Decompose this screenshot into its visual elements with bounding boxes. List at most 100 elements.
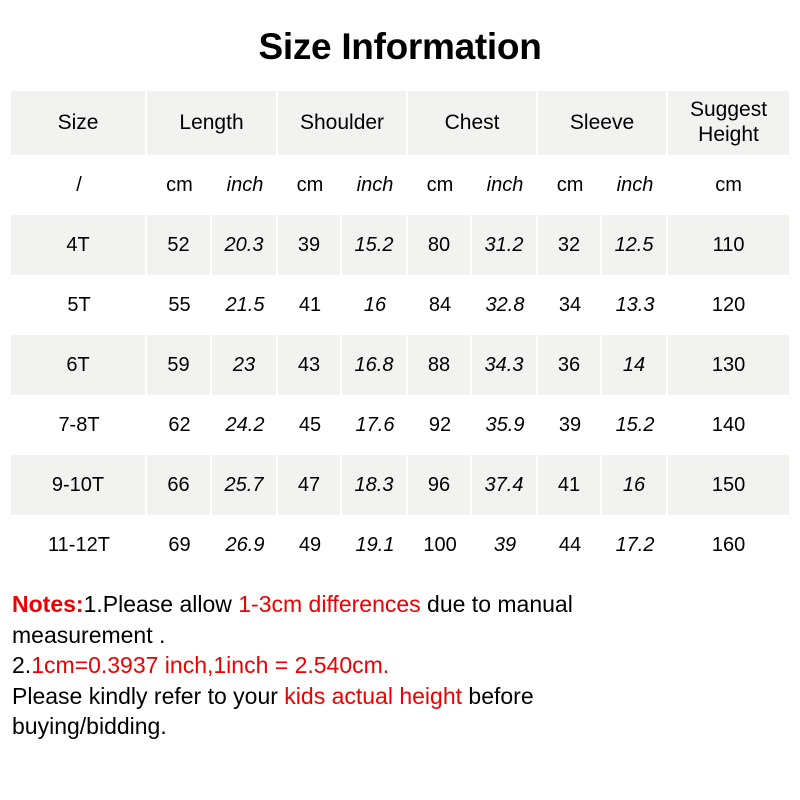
unit-length-cm: cm — [147, 155, 212, 215]
unit-row: / cm inch cm inch cm inch cm inch cm — [11, 155, 790, 215]
cell-chest-inch: 34.3 — [472, 335, 539, 395]
note-3-text-b: before — [462, 682, 534, 709]
table-row: 7-8T 62 24.2 45 17.6 92 35.9 39 15.2 140 — [11, 395, 790, 455]
header-sleeve: Sleeve — [538, 91, 669, 155]
cell-length-cm: 66 — [147, 455, 212, 515]
note-2-conversion: 1cm=0.3937 inch,1inch = 2.540cm. — [31, 652, 390, 679]
table-row: 9-10T 66 25.7 47 18.3 96 37.4 41 16 150 — [11, 455, 790, 515]
cell-suggest-height-cm: 150 — [668, 455, 790, 515]
note-1-highlight: 1-3cm differences — [238, 591, 421, 617]
table-body: / cm inch cm inch cm inch cm inch cm 4T … — [11, 155, 790, 575]
table-row: 4T 52 20.3 39 15.2 80 31.2 32 12.5 110 — [11, 215, 790, 275]
cell-shoulder-cm: 39 — [278, 215, 343, 275]
cell-shoulder-cm: 49 — [278, 515, 343, 575]
cell-sleeve-cm: 44 — [538, 515, 603, 575]
cell-sleeve-cm: 36 — [538, 335, 603, 395]
cell-sleeve-cm: 41 — [538, 455, 603, 515]
cell-length-inch: 26.9 — [212, 515, 279, 575]
cell-size: 5T — [11, 275, 147, 335]
cell-shoulder-inch: 16.8 — [342, 335, 409, 395]
unit-chest-cm: cm — [408, 155, 473, 215]
cell-length-cm: 55 — [147, 275, 212, 335]
cell-suggest-height-cm: 160 — [668, 515, 790, 575]
cell-length-inch: 21.5 — [212, 275, 279, 335]
header-shoulder: Shoulder — [278, 91, 409, 155]
table-row: 6T 59 23 43 16.8 88 34.3 36 14 130 — [11, 335, 790, 395]
cell-shoulder-inch: 18.3 — [342, 455, 409, 515]
table-row: 11-12T 69 26.9 49 19.1 100 39 44 17.2 16… — [11, 515, 790, 575]
cell-sleeve-inch: 14 — [602, 335, 669, 395]
cell-length-inch: 23 — [212, 335, 279, 395]
unit-chest-inch: inch — [472, 155, 539, 215]
cell-size: 6T — [11, 335, 147, 395]
cell-shoulder-cm: 47 — [278, 455, 343, 515]
unit-sleeve-cm: cm — [538, 155, 603, 215]
cell-sleeve-cm: 39 — [538, 395, 603, 455]
cell-chest-inch: 35.9 — [472, 395, 539, 455]
cell-suggest-height-cm: 110 — [668, 215, 790, 275]
cell-size: 11-12T — [11, 515, 147, 575]
cell-length-cm: 59 — [147, 335, 212, 395]
unit-shoulder-cm: cm — [278, 155, 343, 215]
header-chest: Chest — [408, 91, 539, 155]
note-3-highlight: kids actual height — [284, 682, 463, 709]
cell-chest-cm: 96 — [408, 455, 473, 515]
unit-length-inch: inch — [212, 155, 279, 215]
cell-suggest-height-cm: 130 — [668, 335, 790, 395]
cell-sleeve-inch: 13.3 — [602, 275, 669, 335]
cell-chest-cm: 84 — [408, 275, 473, 335]
header-size: Size — [11, 91, 147, 155]
header-length: Length — [147, 91, 279, 155]
cell-shoulder-cm: 45 — [278, 395, 343, 455]
cell-chest-inch: 31.2 — [472, 215, 539, 275]
cell-length-inch: 24.2 — [212, 395, 279, 455]
unit-size: / — [11, 155, 147, 215]
cell-chest-cm: 100 — [408, 515, 473, 575]
cell-size: 9-10T — [11, 455, 147, 515]
unit-shoulder-inch: inch — [342, 155, 409, 215]
cell-length-cm: 52 — [147, 215, 212, 275]
cell-suggest-height-cm: 120 — [668, 275, 790, 335]
cell-sleeve-inch: 16 — [602, 455, 669, 515]
cell-shoulder-inch: 15.2 — [342, 215, 409, 275]
cell-sleeve-inch: 12.5 — [602, 215, 669, 275]
cell-shoulder-inch: 17.6 — [342, 395, 409, 455]
note-line-2: measurement . — [12, 621, 166, 648]
page-title: Size Information — [258, 26, 542, 67]
cell-chest-cm: 92 — [408, 395, 473, 455]
note-2-prefix: 2. — [12, 652, 32, 679]
notes-section: Notes:1.Please allow 1-3cm differences d… — [12, 589, 788, 742]
size-table-container: Size Length Shoulder Chest Sleeve Sugges… — [11, 91, 790, 575]
cell-suggest-height-cm: 140 — [668, 395, 790, 455]
cell-shoulder-cm: 41 — [278, 275, 343, 335]
size-table: Size Length Shoulder Chest Sleeve Sugges… — [11, 91, 790, 575]
cell-chest-inch: 39 — [472, 515, 539, 575]
size-information-page: Size Information Size Length Shoulder Ch… — [0, 0, 800, 800]
cell-length-inch: 25.7 — [212, 455, 279, 515]
note-1-text-a: 1.Please allow — [83, 591, 239, 617]
note-line-3: 2.1cm=0.3937 inch,1inch = 2.540cm. — [12, 650, 788, 681]
cell-chest-inch: 37.4 — [472, 455, 539, 515]
cell-sleeve-cm: 32 — [538, 215, 603, 275]
table-header-row: Size Length Shoulder Chest Sleeve Sugges… — [11, 91, 790, 155]
cell-size: 7-8T — [11, 395, 147, 455]
note-3-text-a: Please kindly refer to your — [12, 682, 285, 709]
cell-length-cm: 69 — [147, 515, 212, 575]
note-line-1: Notes:1.Please allow 1-3cm differences d… — [12, 589, 788, 620]
cell-sleeve-inch: 17.2 — [602, 515, 669, 575]
table-row: 5T 55 21.5 41 16 84 32.8 34 13.3 120 — [11, 275, 790, 335]
cell-shoulder-cm: 43 — [278, 335, 343, 395]
cell-sleeve-cm: 34 — [538, 275, 603, 335]
unit-sleeve-inch: inch — [602, 155, 669, 215]
cell-shoulder-inch: 19.1 — [342, 515, 409, 575]
cell-chest-cm: 88 — [408, 335, 473, 395]
cell-shoulder-inch: 16 — [342, 275, 409, 335]
cell-chest-cm: 80 — [408, 215, 473, 275]
cell-size: 4T — [11, 215, 147, 275]
cell-chest-inch: 32.8 — [472, 275, 539, 335]
note-line-4: Please kindly refer to your kids actual … — [12, 681, 788, 712]
unit-suggest-height-cm: cm — [668, 155, 790, 215]
cell-sleeve-inch: 15.2 — [602, 395, 669, 455]
cell-length-inch: 20.3 — [212, 215, 279, 275]
header-suggest-height: Suggest Height — [668, 91, 790, 155]
